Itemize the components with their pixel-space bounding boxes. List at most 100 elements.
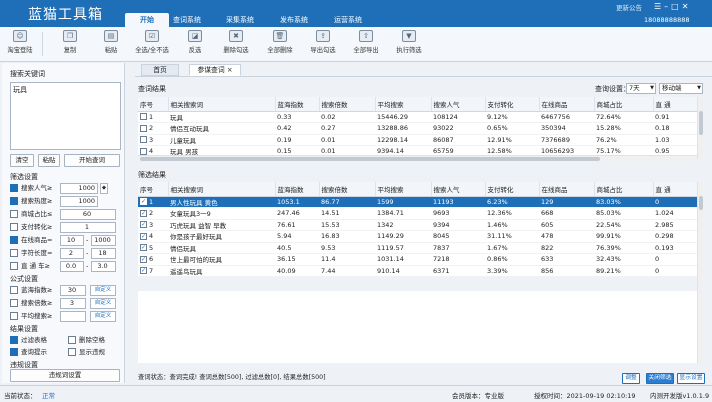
table-row[interactable]: ✓ 7 遥遥鸟玩具 40.09 7.44 910.14 6371 3.39% 856 89.21%… <box>138 265 697 277</box>
formula-input[interactable]: 30 <box>60 285 86 296</box>
column-header[interactable]: 序号 <box>138 182 169 197</box>
start-query-button[interactable]: 开始查词 <box>64 154 120 167</box>
filter-max-input[interactable]: 1000 <box>91 235 116 246</box>
close-filter-button[interactable]: 关闭筛选 <box>646 373 674 384</box>
filter-checkbox[interactable] <box>10 249 18 257</box>
export-all-button[interactable]: ⇧ 全部导出 <box>348 30 384 60</box>
filter-checkbox[interactable] <box>10 223 18 231</box>
delete-all-button[interactable]: 🗑 全部删除 <box>262 30 298 60</box>
filter-checkbox[interactable] <box>10 197 18 205</box>
custom-formula-button[interactable]: 自定义 <box>90 311 116 322</box>
formula-input[interactable]: 3 <box>60 298 86 309</box>
keyword-input[interactable]: 玩具 <box>10 82 121 150</box>
column-header[interactable]: 搜索倍数 <box>319 97 376 112</box>
window-controls[interactable]: ☰–□✕ <box>654 2 691 11</box>
menu-tab-operate[interactable]: 运营系统 <box>326 13 370 27</box>
custom-formula-button[interactable]: 自定义 <box>90 298 116 309</box>
time-range-select[interactable]: 7天 ▼ <box>626 83 656 94</box>
formula-row-blue-ocean[interactable]: 蓝海指数≥ <box>10 285 52 296</box>
tab-home[interactable]: 首页 <box>141 64 179 76</box>
horizontal-scrollbar[interactable] <box>138 155 697 161</box>
column-header[interactable]: 平均搜索 <box>375 182 432 197</box>
formula-checkbox[interactable] <box>10 299 18 307</box>
filter-checkbox[interactable] <box>10 262 18 270</box>
table-row[interactable]: ✓ 1 男人性玩具 黄色 1053.1 86.77 1599 11193 6.23% 129 83… <box>138 196 697 208</box>
maximize-icon[interactable]: □ <box>671 2 682 11</box>
adjust-button[interactable]: 调整 <box>622 373 640 384</box>
formula-row-search-multiple[interactable]: 搜索倍数≥ <box>10 298 52 309</box>
column-header[interactable]: 在线商品 <box>539 97 595 112</box>
filter-min-input[interactable]: 1 <box>60 222 116 233</box>
row-checkbox[interactable]: ✓ <box>140 244 147 252</box>
row-checkbox[interactable]: ✓ <box>140 267 147 275</box>
paste-keyword-button[interactable]: 粘贴 <box>38 154 60 167</box>
column-header[interactable]: 相关搜索词 <box>168 97 276 112</box>
display-settings-button[interactable]: 显示设置 <box>677 373 705 384</box>
clear-button[interactable]: 清空 <box>10 154 34 167</box>
tab-close-icon[interactable]: × <box>227 66 233 74</box>
column-header[interactable]: 序号 <box>138 97 169 112</box>
invert-select-button[interactable]: ◪ 反选 <box>183 30 207 60</box>
filter-row-heat[interactable]: 搜索热度≥ <box>10 196 52 207</box>
column-header[interactable]: 搜索人气 <box>431 182 486 197</box>
row-checkbox[interactable]: ✓ <box>140 221 147 229</box>
select-all-button[interactable]: ☑ 全选/全不选 <box>130 30 174 60</box>
table-row[interactable]: ✓ 6 世上最可怕的玩具 36.15 11.4 1031.14 7218 0.86% 633 32… <box>138 253 697 266</box>
column-header[interactable]: 在线商品 <box>539 182 595 197</box>
column-header[interactable]: 支付转化 <box>485 182 540 197</box>
row-checkbox[interactable] <box>140 124 147 132</box>
delete-checked-button[interactable]: ✖ 删除勾选 <box>218 30 254 60</box>
violation-words-button[interactable]: 违规词设置 <box>10 369 120 382</box>
column-header[interactable]: 支付转化 <box>485 97 540 112</box>
menu-tab-collect[interactable]: 采集系统 <box>218 13 262 27</box>
user-account[interactable]: 18088888888 <box>644 16 690 24</box>
row-checkbox[interactable] <box>140 147 147 155</box>
column-header[interactable]: 商城占比 <box>594 97 654 112</box>
row-checkbox[interactable]: ✓ <box>140 198 147 206</box>
row-checkbox[interactable]: ✓ <box>140 232 147 240</box>
filter-row-char-length[interactable]: 字符长度= <box>10 248 52 259</box>
formula-row-avg-search[interactable]: 平均搜索≥ <box>10 311 52 322</box>
result-checkbox[interactable] <box>68 336 76 344</box>
row-checkbox[interactable]: ✓ <box>140 209 147 217</box>
copy-button[interactable]: ❐ 复制 <box>58 30 82 60</box>
column-header[interactable]: 搜索倍数 <box>319 182 376 197</box>
table-row[interactable]: ✓ 5 情侣玩具 40.5 9.53 1119.57 7837 1.67% 822 76.39% 0… <box>138 242 697 254</box>
table-row[interactable]: ✓ 2 女童玩具3一9 247.46 14.51 1384.71 9693 12.36% 668… <box>138 207 697 220</box>
filter-row-conversion[interactable]: 支付转化≥ <box>10 222 52 233</box>
filter-checkbox[interactable] <box>10 184 18 192</box>
formula-checkbox[interactable] <box>10 286 18 294</box>
result-checkbox[interactable] <box>10 348 18 356</box>
formula-checkbox[interactable] <box>10 312 18 320</box>
table-row[interactable]: 2 情侣互动玩具 0.42 0.27 13288.86 93022 0.65% 350394 1… <box>138 122 697 135</box>
filter-min-input[interactable]: 2 <box>60 248 84 259</box>
filter-row-ztc[interactable]: 直 通 车≥ <box>10 261 50 272</box>
row-checkbox[interactable]: ✓ <box>140 255 147 263</box>
filter-min-input[interactable]: 60 <box>60 209 116 220</box>
menu-tab-publish[interactable]: 发布系统 <box>272 13 316 27</box>
column-header[interactable]: 相关搜索词 <box>168 182 276 197</box>
filter-min-input[interactable]: 10 <box>60 235 84 246</box>
filter-min-input[interactable]: 1000 <box>60 196 98 207</box>
vertical-scrollbar[interactable] <box>697 97 703 159</box>
column-header[interactable]: 蓝海指数 <box>275 97 320 112</box>
table-row[interactable]: ✓ 4 你是孩子最好玩具 5.94 16.83 1149.29 8045 31.11% 478 9… <box>138 230 697 243</box>
export-checked-button[interactable]: ⇪ 导出勾选 <box>305 30 341 60</box>
column-header[interactable]: 蓝海指数 <box>275 182 320 197</box>
close-icon[interactable]: ✕ <box>682 2 692 11</box>
filter-checkbox[interactable] <box>10 210 18 218</box>
result-checkbox[interactable] <box>10 336 18 344</box>
row-checkbox[interactable] <box>140 136 147 144</box>
table-row[interactable]: ✓ 3 巧虎玩具 益智 早教 76.61 15.53 1342 9394 1.46% 605 22… <box>138 219 697 231</box>
column-header[interactable]: 直 通 <box>653 97 698 112</box>
filter-min-input[interactable]: 0.0 <box>60 261 84 272</box>
menu-tab-start[interactable]: 开始 <box>125 13 169 27</box>
table-row[interactable]: 1 玩具 0.33 0.02 15446.29 108124 9.12% 6467756 72.… <box>138 111 697 123</box>
run-filter-button[interactable]: ▼ 执行筛选 <box>391 30 427 60</box>
row-checkbox[interactable] <box>140 113 147 121</box>
filter-max-input[interactable]: 3.0 <box>91 261 116 272</box>
menu-tab-query[interactable]: 查词系统 <box>165 13 209 27</box>
column-header[interactable]: 平均搜索 <box>375 97 432 112</box>
tab-query[interactable]: 参谋查词 × <box>189 64 241 76</box>
result-option-remove-spaces[interactable]: 删除空格 <box>68 335 105 346</box>
